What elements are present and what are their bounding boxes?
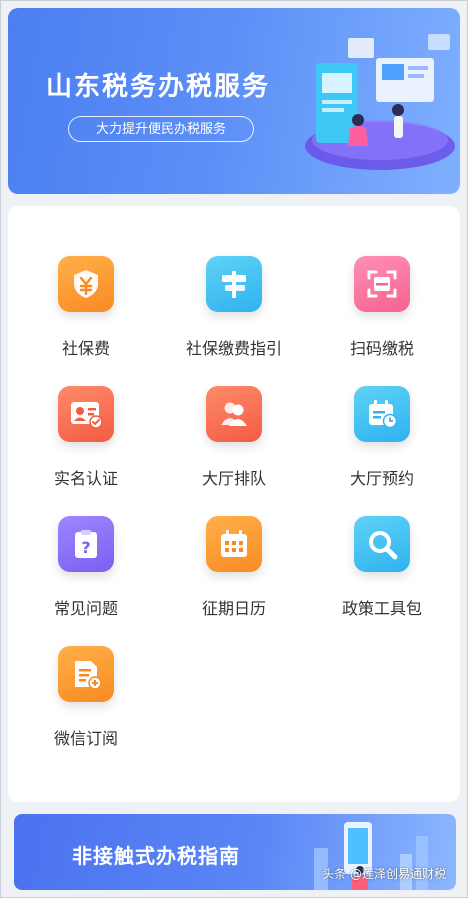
shield-yuan-icon [58, 256, 114, 312]
service-label: 大厅预约 [349, 469, 414, 488]
service-faq[interactable]: ? 常见问题 [11, 516, 161, 619]
magnifier-icon [354, 516, 410, 572]
service-scan-pay-tax[interactable]: 扫码缴税 [307, 256, 457, 359]
service-label: 社保费 [61, 339, 110, 358]
service-label: 实名认证 [53, 469, 118, 488]
people-queue-icon [206, 386, 262, 442]
scan-icon [354, 256, 410, 312]
calendar-clock-icon [354, 386, 410, 442]
bottom-banner-title: 非接触式办税指南 [72, 844, 240, 868]
service-social-security-fee[interactable]: 社保费 [11, 256, 161, 359]
banner-title: 山东税务办税服务 [46, 72, 271, 102]
service-label: 政策工具包 [341, 599, 422, 618]
top-banner[interactable]: 山东税务办税服务 大力提升便民办税服务 [8, 8, 460, 194]
service-wechat-subscribe[interactable]: 微信订阅 [11, 646, 161, 749]
service-label: 常见问题 [53, 599, 118, 618]
service-label: 微信订阅 [53, 729, 118, 748]
services-card: 社保费 社保缴费指引 扫码缴税 实名认证 大厅排队 大厅预约 ? 常见问题 征期… [8, 206, 460, 802]
signpost-icon [206, 256, 262, 312]
service-label: 征期日历 [201, 599, 266, 618]
service-label: 扫码缴税 [349, 339, 414, 358]
svg-text:?: ? [81, 538, 90, 557]
service-label: 大厅排队 [201, 469, 266, 488]
service-hall-appointment[interactable]: 大厅预约 [307, 386, 457, 489]
document-add-icon [58, 646, 114, 702]
service-policy-toolkit[interactable]: 政策工具包 [307, 516, 457, 619]
service-label: 社保缴费指引 [185, 339, 282, 358]
service-tax-calendar[interactable]: 征期日历 [159, 516, 309, 619]
banner-subtitle: 大力提升便民办税服务 [68, 116, 254, 142]
service-social-security-guide[interactable]: 社保缴费指引 [159, 256, 309, 359]
tax-service-illustration-icon [305, 34, 455, 170]
question-clipboard-icon: ? [58, 516, 114, 572]
calendar-icon [206, 516, 262, 572]
watermark: 头条 @莲泽创易通财税 [322, 867, 446, 881]
service-real-name-auth[interactable]: 实名认证 [11, 386, 161, 489]
contactless-guide-banner[interactable]: 非接触式办税指南 头条 @莲泽创易通财税 [14, 814, 456, 890]
service-hall-queue[interactable]: 大厅排队 [159, 386, 309, 489]
id-card-check-icon [58, 386, 114, 442]
